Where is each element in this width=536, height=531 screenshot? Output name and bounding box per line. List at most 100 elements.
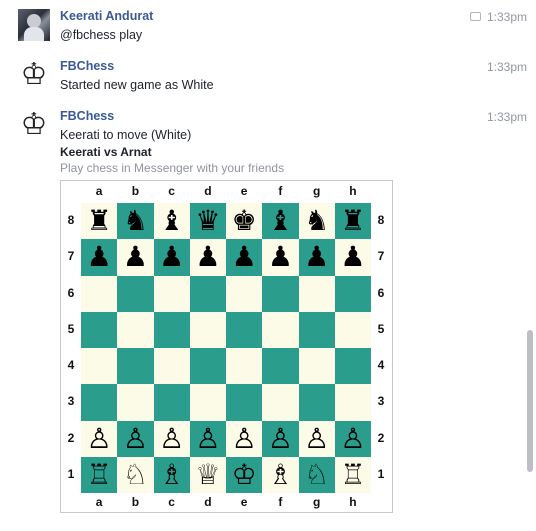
square-c4[interactable] bbox=[153, 348, 190, 385]
square-e2[interactable]: ♙ bbox=[226, 420, 263, 457]
avatar-body bbox=[24, 27, 44, 41]
square-e1[interactable]: ♔ bbox=[226, 456, 263, 493]
square-d8[interactable]: ♛ bbox=[189, 203, 226, 240]
square-c6[interactable] bbox=[153, 275, 190, 312]
square-f2[interactable]: ♙ bbox=[262, 420, 299, 457]
square-d7[interactable]: ♟ bbox=[189, 239, 226, 276]
square-e6[interactable] bbox=[226, 275, 263, 312]
game-title[interactable]: Keerati vs Arnat bbox=[60, 145, 152, 159]
square-h6[interactable] bbox=[334, 275, 371, 312]
message-text: Keerati to move (White) bbox=[60, 128, 192, 142]
square-e3[interactable] bbox=[226, 384, 263, 421]
message-text: @fbchess play bbox=[60, 28, 143, 42]
file-label-bottom: b bbox=[131, 495, 140, 509]
square-h1[interactable]: ♖ bbox=[334, 456, 371, 493]
king-icon[interactable]: ♔ bbox=[18, 109, 50, 141]
rank-label-left: 1 bbox=[67, 466, 75, 481]
timestamp: 1:33pm bbox=[486, 60, 527, 74]
square-b3[interactable] bbox=[117, 384, 154, 421]
square-a1[interactable]: ♖ bbox=[81, 456, 118, 493]
square-h2[interactable]: ♙ bbox=[334, 420, 371, 457]
square-h8[interactable]: ♜ bbox=[334, 203, 371, 240]
square-c8[interactable]: ♝ bbox=[153, 203, 190, 240]
rank-label-right: 7 bbox=[377, 249, 385, 264]
square-h7[interactable]: ♟ bbox=[334, 239, 371, 276]
game-subtitle: Play chess in Messenger with your friend… bbox=[60, 161, 285, 175]
square-g4[interactable] bbox=[298, 348, 335, 385]
sender-name[interactable]: Keerati Andurat bbox=[60, 9, 153, 23]
square-b8[interactable]: ♞ bbox=[117, 203, 154, 240]
square-g2[interactable]: ♙ bbox=[298, 420, 335, 457]
square-f1[interactable]: ♗ bbox=[262, 456, 299, 493]
timestamp-text: 1:33pm bbox=[486, 10, 527, 24]
square-d5[interactable] bbox=[189, 311, 226, 348]
square-f7[interactable]: ♟ bbox=[262, 239, 299, 276]
avatar-head bbox=[27, 14, 41, 28]
king-icon[interactable]: ♔ bbox=[18, 59, 50, 91]
square-g6[interactable] bbox=[298, 275, 335, 312]
square-b6[interactable] bbox=[117, 275, 154, 312]
square-g5[interactable] bbox=[298, 311, 335, 348]
square-e5[interactable] bbox=[226, 311, 263, 348]
rank-label-right: 4 bbox=[377, 358, 385, 373]
rank-label-right: 3 bbox=[377, 394, 385, 409]
rank-label-left: 2 bbox=[67, 430, 75, 445]
square-b5[interactable] bbox=[117, 311, 154, 348]
square-d3[interactable] bbox=[189, 384, 226, 421]
square-c5[interactable] bbox=[153, 311, 190, 348]
file-label-top: f bbox=[278, 184, 283, 198]
square-g7[interactable]: ♟ bbox=[298, 239, 335, 276]
square-f8[interactable]: ♝ bbox=[262, 203, 299, 240]
square-c2[interactable]: ♙ bbox=[153, 420, 190, 457]
square-f5[interactable] bbox=[262, 311, 299, 348]
rank-label-right: 5 bbox=[377, 321, 385, 336]
square-h4[interactable] bbox=[334, 348, 371, 385]
scrollbar[interactable] bbox=[527, 330, 533, 472]
square-b4[interactable] bbox=[117, 348, 154, 385]
square-f6[interactable] bbox=[262, 275, 299, 312]
square-a6[interactable] bbox=[81, 275, 118, 312]
rank-label-right: 6 bbox=[377, 285, 385, 300]
square-b7[interactable]: ♟ bbox=[117, 239, 154, 276]
rank-label-right: 2 bbox=[377, 430, 385, 445]
file-label-top: b bbox=[131, 184, 140, 198]
sender-name[interactable]: FBChess bbox=[60, 109, 114, 123]
square-g3[interactable] bbox=[298, 384, 335, 421]
square-a5[interactable] bbox=[81, 311, 118, 348]
rank-label-left: 3 bbox=[67, 394, 75, 409]
square-e7[interactable]: ♟ bbox=[226, 239, 263, 276]
square-a7[interactable]: ♟ bbox=[81, 239, 118, 276]
chess-board[interactable]: ♜ ♞ ♝ ♛ ♚ ♝ ♞ ♜ ♟ ♟ ♟ ♟ ♟ ♟ ♟ ♟ ♙ ♙ ♙ ♙ ♙ ♙ ♙ ♙ ♖ ♘ ♗ ♕ ♔ ♗ ♘ ♖ aabbccd… bbox=[60, 180, 393, 513]
user-avatar[interactable] bbox=[18, 9, 50, 41]
square-g8[interactable]: ♞ bbox=[298, 203, 335, 240]
rank-label-left: 6 bbox=[67, 285, 75, 300]
square-e8[interactable]: ♚ bbox=[226, 203, 263, 240]
square-c7[interactable]: ♟ bbox=[153, 239, 190, 276]
rank-label-left: 7 bbox=[67, 249, 75, 264]
square-h5[interactable] bbox=[334, 311, 371, 348]
file-label-top: g bbox=[312, 184, 321, 198]
board-grid[interactable]: ♜ ♞ ♝ ♛ ♚ ♝ ♞ ♜ ♟ ♟ ♟ ♟ ♟ ♟ ♟ ♟ ♙ ♙ ♙ ♙ ♙ ♙ ♙ ♙ ♖ ♘ ♗ ♕ ♔ ♗ ♘ ♖ bbox=[81, 203, 371, 493]
square-a2[interactable]: ♙ bbox=[81, 420, 118, 457]
square-f4[interactable] bbox=[262, 348, 299, 385]
square-a3[interactable] bbox=[81, 384, 118, 421]
square-c3[interactable] bbox=[153, 384, 190, 421]
square-h3[interactable] bbox=[334, 384, 371, 421]
sender-name[interactable]: FBChess bbox=[60, 59, 114, 73]
square-c1[interactable]: ♗ bbox=[153, 456, 190, 493]
square-g1[interactable]: ♘ bbox=[298, 456, 335, 493]
timestamp: 1:33pm bbox=[469, 10, 527, 24]
square-f3[interactable] bbox=[262, 384, 299, 421]
square-d6[interactable] bbox=[189, 275, 226, 312]
square-b1[interactable]: ♘ bbox=[117, 456, 154, 493]
square-b2[interactable]: ♙ bbox=[117, 420, 154, 457]
square-d4[interactable] bbox=[189, 348, 226, 385]
square-a8[interactable]: ♜ bbox=[81, 203, 118, 240]
seen-icon bbox=[469, 12, 481, 22]
square-a4[interactable] bbox=[81, 348, 118, 385]
square-d1[interactable]: ♕ bbox=[189, 456, 226, 493]
square-d2[interactable]: ♙ bbox=[189, 420, 226, 457]
file-label-bottom: g bbox=[312, 495, 321, 509]
file-label-bottom: a bbox=[95, 495, 103, 509]
square-e4[interactable] bbox=[226, 348, 263, 385]
